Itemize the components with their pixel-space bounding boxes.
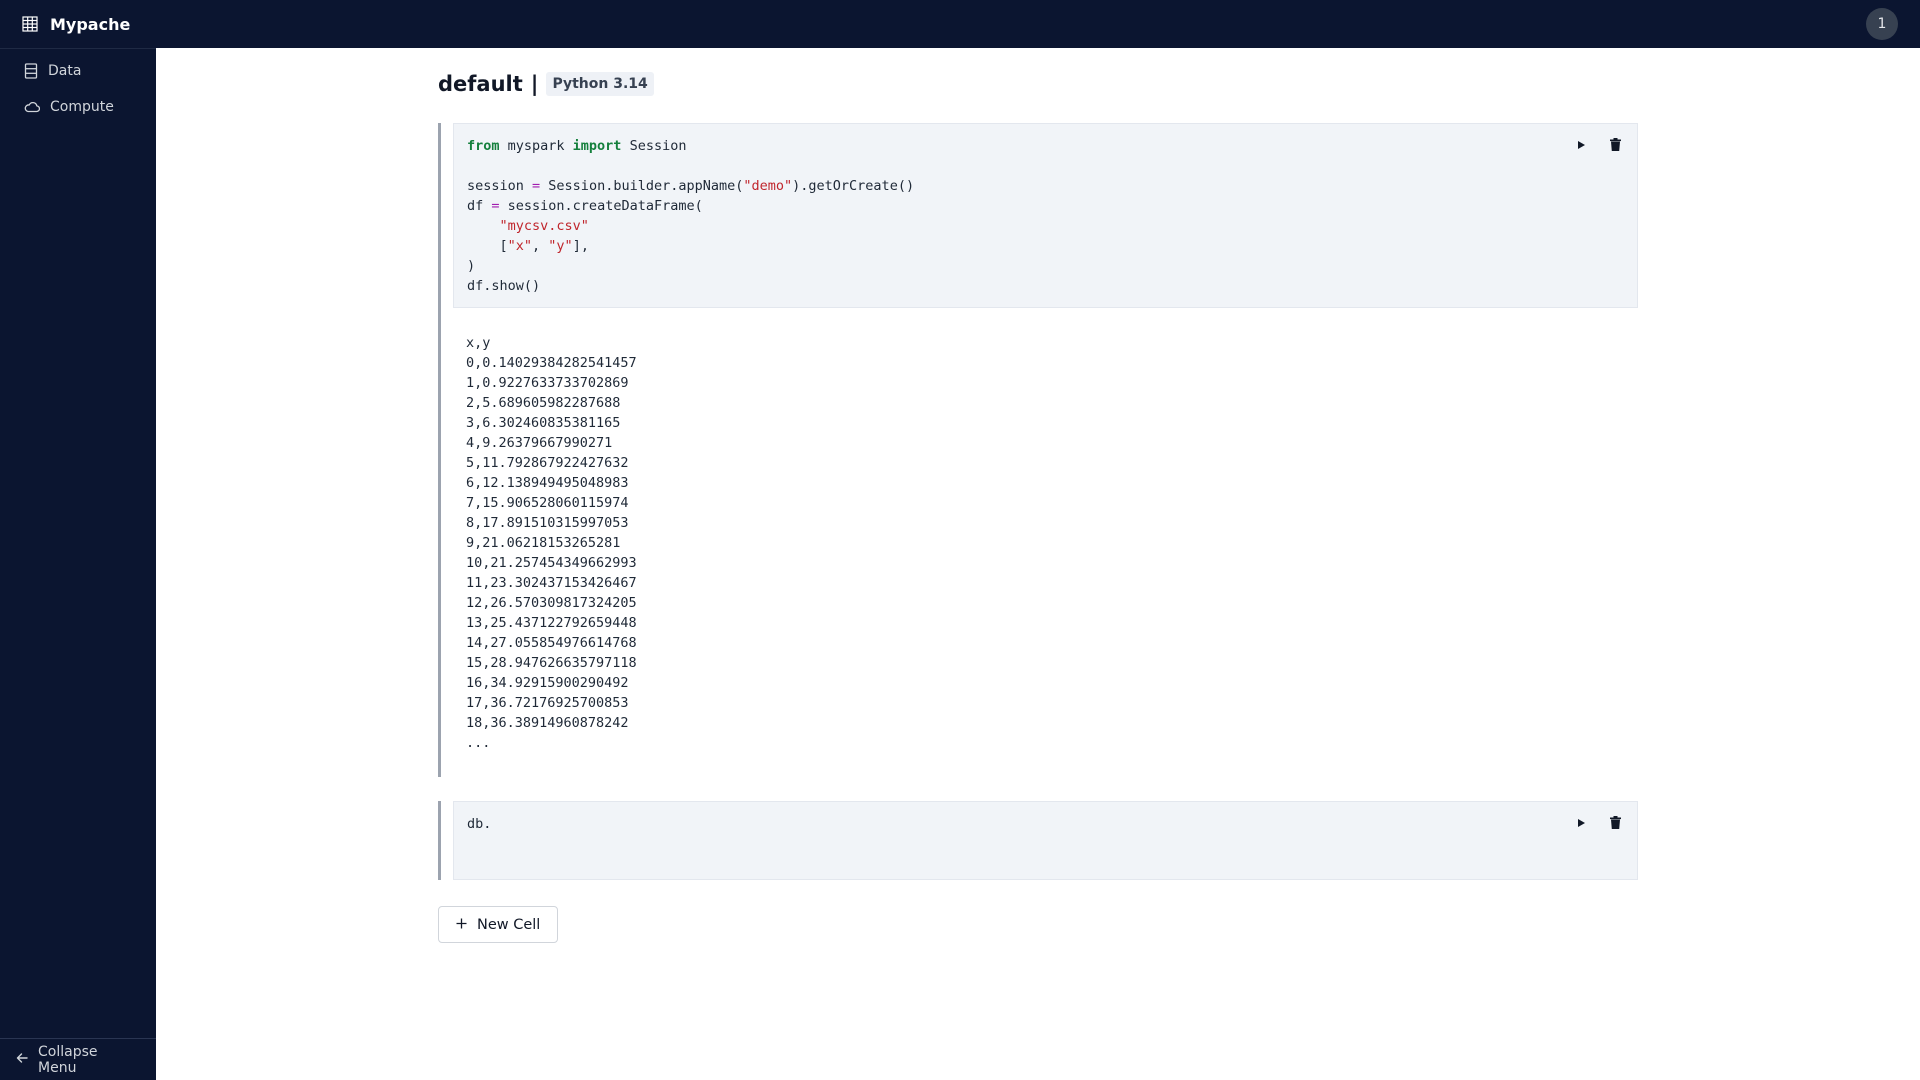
output-line: ... — [466, 735, 491, 751]
brand-name: Mypache — [50, 14, 131, 34]
code-token: import — [572, 138, 622, 154]
output-line: 13,25.437122792659448 — [466, 615, 637, 631]
code-token: Session.builder.appName( — [540, 178, 744, 194]
output-line: 4,9.26379667990271 — [466, 435, 613, 451]
code-token: "x" — [507, 238, 533, 254]
output-line: 12,26.570309817324205 — [466, 595, 637, 611]
output-line: 18,36.38914960878242 — [466, 715, 629, 731]
trash-icon — [1610, 138, 1621, 151]
play-icon — [1577, 818, 1586, 828]
output-line: 17,36.72176925700853 — [466, 695, 629, 711]
output-line: 11,23.302437153426467 — [466, 575, 637, 591]
user-avatar[interactable]: 1 — [1866, 8, 1898, 40]
code-token: "demo" — [743, 178, 793, 194]
code-token: "y" — [548, 238, 573, 254]
cloud-icon — [24, 100, 40, 114]
delete-cell-button[interactable] — [1610, 816, 1621, 829]
new-cell-label: New Cell — [477, 916, 541, 933]
code-token: session — [467, 178, 533, 194]
trash-icon — [1610, 816, 1621, 829]
output-line: 3,6.302460835381165 — [466, 415, 621, 431]
code-token: ) — [467, 258, 476, 274]
output-line: x,y — [466, 335, 491, 351]
code-token: from — [467, 138, 500, 154]
notebook-header: default | Python 3.14 — [438, 72, 654, 96]
plus-icon — [456, 917, 467, 933]
sidebar: Data Compute Collapse Menu — [0, 48, 156, 1080]
run-cell-button[interactable] — [1577, 140, 1586, 150]
sidebar-item-compute[interactable]: Compute — [0, 89, 156, 125]
new-cell-button[interactable]: New Cell — [438, 906, 559, 943]
code-token: df — [467, 198, 492, 214]
code-token: = — [532, 178, 541, 194]
arrow-left-icon — [16, 1052, 28, 1068]
output-line: 9,21.06218153265281 — [466, 535, 621, 551]
app-logo[interactable]: Mypache — [22, 15, 130, 34]
main-content: default | Python 3.14 from myspark impor… — [156, 48, 1920, 1080]
output-line: 14,27.055854976614768 — [466, 635, 637, 651]
code-token: db. — [467, 816, 492, 832]
output-line: 16,34.92915900290492 — [466, 675, 629, 691]
code-editor[interactable]: db. — [453, 801, 1638, 880]
cell-actions — [1577, 816, 1621, 829]
sidebar-item-label: Data — [48, 63, 82, 79]
code-token: df.show() — [467, 278, 541, 294]
code-token: Session — [621, 138, 687, 154]
output-line: 2,5.689605982287688 — [466, 395, 621, 411]
output-line: 5,11.792867922427632 — [466, 455, 629, 471]
output-line: 0,0.14029384282541457 — [466, 355, 637, 371]
collapse-menu-label: Collapse Menu — [38, 1043, 98, 1076]
code-token: myspark — [499, 138, 573, 154]
output-line: 6,12.138949495048983 — [466, 475, 629, 491]
sidebar-item-data[interactable]: Data — [0, 53, 156, 89]
output-line: 8,17.891510315997053 — [466, 515, 629, 531]
code-token: , — [532, 238, 549, 254]
code-text[interactable]: db. — [454, 802, 1637, 845]
delete-cell-button[interactable] — [1610, 138, 1621, 151]
kernel-badge[interactable]: Python 3.14 — [546, 72, 654, 96]
output-line: 1,0.9227633733702869 — [466, 375, 629, 391]
title-separator: | — [530, 72, 539, 96]
sidebar-item-label: Compute — [50, 99, 114, 115]
cell-output: x,y 0,0.14029384282541457 1,0.9227633733… — [453, 308, 1638, 777]
database-icon — [24, 63, 38, 79]
notebook-cell: from myspark import Session session = Se… — [438, 123, 1638, 777]
code-text[interactable]: from myspark import Session session = Se… — [454, 124, 1637, 307]
code-token: session.createDataFrame( — [499, 198, 703, 214]
output-line: 7,15.906528060115974 — [466, 495, 629, 511]
code-token: ).getOrCreate() — [792, 178, 915, 194]
run-cell-button[interactable] — [1577, 818, 1586, 828]
notebook-cell: db. — [438, 801, 1638, 880]
notebook-title[interactable]: default — [438, 72, 523, 96]
code-editor[interactable]: from myspark import Session session = Se… — [453, 123, 1638, 308]
code-token: ], — [572, 238, 589, 254]
collapse-menu-button[interactable]: Collapse Menu — [0, 1038, 156, 1080]
code-token: = — [491, 198, 500, 214]
cell-actions — [1577, 138, 1621, 151]
top-bar: Mypache 1 — [0, 0, 1920, 48]
play-icon — [1577, 140, 1586, 150]
output-line: 10,21.257454349662993 — [466, 555, 637, 571]
code-token: "mycsv.csv" — [499, 218, 589, 234]
code-token: [ — [467, 238, 508, 254]
output-line: 15,28.947626635797118 — [466, 655, 637, 671]
grid-icon — [22, 16, 38, 32]
